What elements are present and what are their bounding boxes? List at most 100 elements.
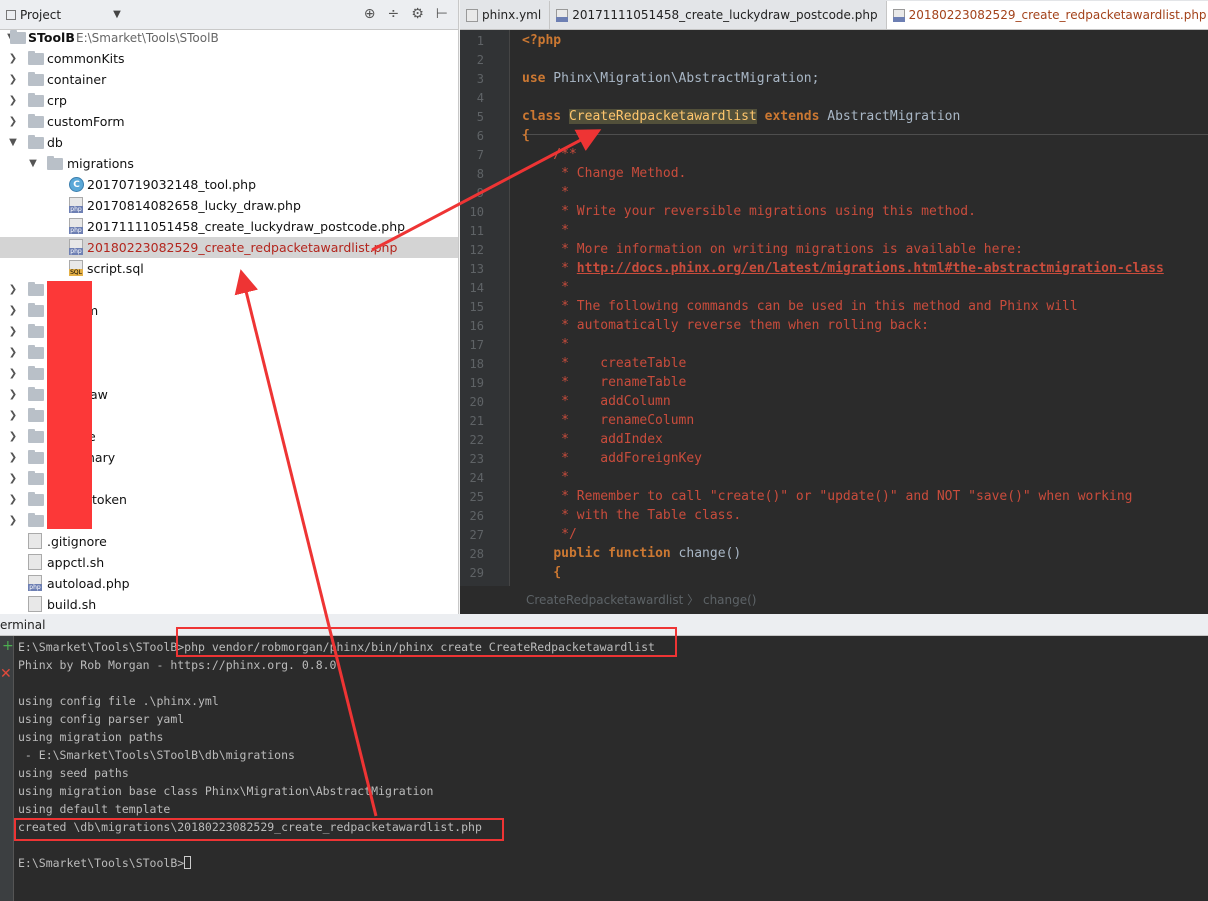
code-line: * addColumn xyxy=(522,394,671,409)
shell-file-icon xyxy=(28,596,42,612)
annotation-box-created xyxy=(14,818,504,841)
editor-breadcrumb[interactable]: CreateRedpacketawardlist 〉 change() xyxy=(460,586,1208,614)
tree-item-label: .gitignore xyxy=(47,534,107,549)
tab-redpacketawardlist[interactable]: 20180223082529_create_redpacketawardlist… xyxy=(886,1,1208,29)
line-number: 25 xyxy=(469,490,484,504)
tree-item-file[interactable]: script.sql xyxy=(0,258,458,279)
line-number: 1 xyxy=(476,34,484,48)
new-session-icon[interactable]: + xyxy=(2,638,14,654)
chevron-right-icon[interactable]: ❯ xyxy=(8,494,18,505)
function-name: change() xyxy=(670,546,742,561)
chevron-down-icon[interactable]: ▼ xyxy=(28,158,38,169)
folder-icon xyxy=(28,408,44,422)
close-icon[interactable]: ✕ xyxy=(0,666,12,682)
chevron-right-icon[interactable]: ❯ xyxy=(8,515,18,526)
chevron-down-icon[interactable]: ▼ xyxy=(113,9,121,20)
terminal-output[interactable]: E:\Smarket\Tools\SToolB>php vendor/robmo… xyxy=(18,636,1208,901)
chevron-right-icon[interactable]: ❯ xyxy=(8,347,18,358)
code-line: * xyxy=(522,470,569,485)
code-line: * More information on writing migrations… xyxy=(522,242,1023,257)
line-number: 8 xyxy=(476,167,484,181)
php-class-icon: C xyxy=(69,177,84,192)
code-line: * The following commands can be used in … xyxy=(522,299,1078,314)
sql-file-icon xyxy=(69,260,83,276)
method-separator xyxy=(522,134,1208,135)
tree-item-file[interactable]: appctl.sh xyxy=(0,552,458,573)
folder-icon xyxy=(28,492,44,506)
chevron-right-icon[interactable]: ❯ xyxy=(8,305,18,316)
tree-item-file[interactable]: C 20170719032148_tool.php xyxy=(0,174,458,195)
chevron-right-icon[interactable]: ❯ xyxy=(8,74,18,85)
terminal-line: using default template xyxy=(18,802,171,816)
line-number: 6 xyxy=(476,129,484,143)
chevron-right-icon[interactable]: ❯ xyxy=(8,389,18,400)
chevron-right-icon[interactable]: ❯ xyxy=(8,368,18,379)
tab-label: phinx.yml xyxy=(482,8,542,22)
collapse-all-icon[interactable]: ÷ xyxy=(388,6,400,22)
tree-item-file[interactable]: 20170814082658_lucky_draw.php xyxy=(0,195,458,216)
line-number: 24 xyxy=(469,471,484,485)
chevron-right-icon[interactable]: ❯ xyxy=(8,53,18,64)
chevron-right-icon[interactable]: ❯ xyxy=(8,452,18,463)
tab-luckydraw-postcode[interactable]: 20171111051458_create_luckydraw_postcode… xyxy=(550,1,887,29)
project-panel: Project ▼ ⊕ ÷ ⚙ ⊢ ▼ SToolB E:\Smarket\To… xyxy=(0,0,459,614)
chevron-right-icon[interactable]: ❯ xyxy=(8,410,18,421)
php-file-icon xyxy=(556,8,569,22)
tree-item-container[interactable]: ❯ container xyxy=(0,69,458,90)
terminal-line: using config parser yaml xyxy=(18,712,185,726)
tree-item-crp[interactable]: ❯ crp xyxy=(0,90,458,111)
hide-panel-icon[interactable]: ⊢ xyxy=(436,6,448,22)
line-number: 15 xyxy=(469,300,484,314)
tree-root-path: E:\Smarket\Tools\SToolB xyxy=(76,30,219,45)
tree-root-name: SToolB xyxy=(28,30,75,45)
code-line: * Change Method. xyxy=(522,166,687,181)
code-line: * automatically reverse them when rollin… xyxy=(522,318,929,333)
line-number: 11 xyxy=(469,224,484,238)
annotation-box-command xyxy=(176,627,677,657)
line-number: 27 xyxy=(469,528,484,542)
folder-icon xyxy=(28,324,44,338)
line-number: 23 xyxy=(469,452,484,466)
tree-item-customform[interactable]: ❯ customForm xyxy=(0,111,458,132)
tree-item-file[interactable]: 20171111051458_create_luckydraw_postcode… xyxy=(0,216,458,237)
tree-item-db[interactable]: ▼ db xyxy=(0,132,458,153)
chevron-right-icon[interactable]: ❯ xyxy=(8,284,18,295)
line-number: 22 xyxy=(469,433,484,447)
project-view-icon[interactable] xyxy=(6,9,16,20)
tab-phinx-yml[interactable]: phinx.yml xyxy=(460,1,551,29)
chevron-right-icon[interactable]: ❯ xyxy=(8,116,18,127)
docs-link[interactable]: http://docs.phinx.org/en/latest/migratio… xyxy=(577,261,1164,276)
folder-icon xyxy=(28,282,44,296)
chevron-down-icon[interactable]: ▼ xyxy=(8,137,18,148)
class-name-highlight: CreateRedpacketawardlist xyxy=(568,109,757,124)
code-area[interactable]: <?php use Phinx\Migration\AbstractMigrat… xyxy=(522,30,1208,586)
folder-icon xyxy=(10,30,26,44)
tree-item-migrations[interactable]: ▼ migrations xyxy=(0,153,458,174)
terminal-line: - E:\Smarket\Tools\SToolB\db\migrations xyxy=(18,748,295,762)
project-panel-title[interactable]: Project xyxy=(20,8,61,22)
line-number: 26 xyxy=(469,509,484,523)
chevron-right-icon[interactable]: ❯ xyxy=(8,473,18,484)
gear-icon[interactable]: ⚙ xyxy=(411,6,424,22)
code-line: * xyxy=(522,337,569,352)
tree-item-label: 20180223082529_create_redpacketawardlist… xyxy=(87,240,398,255)
line-number: 19 xyxy=(469,376,484,390)
code-keyword: use xyxy=(522,71,546,86)
tree-item-file[interactable]: .gitignore xyxy=(0,531,458,552)
tree-item-commonkits[interactable]: ❯ commonKits xyxy=(0,48,458,69)
folder-icon xyxy=(28,366,44,380)
chevron-right-icon[interactable]: ❯ xyxy=(8,95,18,106)
line-number: 5 xyxy=(476,110,484,124)
tree-root[interactable]: ▼ SToolB E:\Smarket\Tools\SToolB xyxy=(0,27,458,48)
tree-item-file[interactable]: autoload.php xyxy=(0,573,458,594)
tree-item-file-selected[interactable]: 20180223082529_create_redpacketawardlist… xyxy=(0,237,458,258)
tree-item-file[interactable]: build.sh xyxy=(0,594,458,615)
chevron-right-icon[interactable]: ❯ xyxy=(8,326,18,337)
chevron-right-icon[interactable]: ❯ xyxy=(8,431,18,442)
folder-icon xyxy=(47,156,63,170)
tree-item-label: 20171111051458_create_luckydraw_postcode… xyxy=(87,219,406,234)
line-number: 21 xyxy=(469,414,484,428)
scroll-from-source-icon[interactable]: ⊕ xyxy=(364,6,376,22)
code-line: public function change() xyxy=(522,546,741,561)
line-number: 18 xyxy=(469,357,484,371)
